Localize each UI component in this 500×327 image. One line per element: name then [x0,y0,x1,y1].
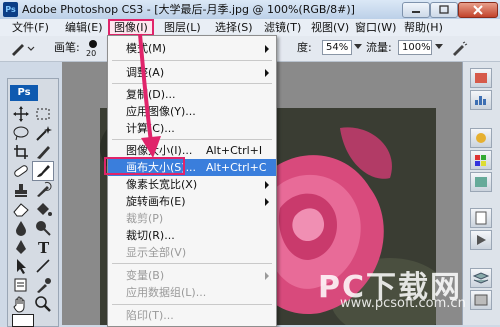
magic-wand-icon[interactable] [33,124,53,142]
menu-item-apply-data-set: 应用数据组(L)... [108,284,276,301]
swatches-icon [475,155,486,166]
zoom-icon[interactable] [33,295,53,313]
brush-size: 20 [86,49,97,58]
menu-item-shortcut: Alt+Ctrl+C [206,161,267,174]
actions-icon [477,235,486,245]
menu-item-label: 裁切(R)... [126,229,175,242]
menu-filter[interactable]: 滤镜(T) [260,19,305,36]
histogram-icon [475,96,486,105]
layers-icon [472,272,490,284]
crop-icon[interactable] [11,143,31,161]
submenu-arrow-icon [265,272,269,280]
histogram-panel-button[interactable] [470,90,492,110]
menu-item-pixel-aspect-ratio[interactable]: 像素长宽比(X) [108,176,276,193]
notes-icon[interactable] [11,276,31,294]
foreground-color-swatch[interactable] [12,314,34,327]
minimize-icon [412,11,420,13]
menu-item-label: 像素长宽比(X) [126,178,198,191]
color-panel-button[interactable] [470,128,492,148]
eraser-icon[interactable] [11,200,31,218]
annotation-arrow-icon [138,33,161,158]
menu-select[interactable]: 选择(S) [211,19,257,36]
brush-preset-icon[interactable] [6,40,36,57]
menu-item-label: 裁剪(P) [126,212,164,225]
path-select-icon[interactable] [11,257,31,275]
healing-icon[interactable] [11,162,31,180]
fill-icon[interactable] [33,200,53,218]
menu-item-variables: 变量(B) [108,267,276,284]
history-brush-icon[interactable] [33,181,53,199]
submenu-arrow-icon [265,69,269,77]
channels-icon [474,294,488,306]
brush-icon[interactable] [32,161,54,181]
watermark-url: www.pcsoft.com.cn [340,296,466,311]
menu-help[interactable]: 帮助(H) [400,19,447,36]
actions-panel-button[interactable] [470,230,492,250]
airbrush-icon[interactable] [450,40,468,57]
flow-field[interactable]: 100% [398,40,432,55]
flow-dropdown-icon[interactable] [435,44,443,50]
dodge-icon[interactable] [33,219,53,237]
menu-view[interactable]: 视图(V) [307,19,353,36]
marquee-icon[interactable] [33,105,53,123]
photoshop-logo: Ps [10,85,38,101]
history-panel-button[interactable] [470,208,492,228]
stamp-icon[interactable] [11,181,31,199]
submenu-arrow-icon [265,198,269,206]
close-icon [473,5,483,15]
layers-panel-button[interactable] [470,268,492,288]
menu-item-rotate-canvas[interactable]: 旋转画布(E) [108,193,276,210]
hand-icon[interactable] [11,295,31,313]
menu-separator [112,263,272,264]
submenu-arrow-icon [265,181,269,189]
flow-label: 流量: [366,41,392,54]
opacity-dropdown-icon[interactable] [354,44,362,50]
opacity-field[interactable]: 54% [322,40,352,55]
menu-window[interactable]: 窗口(W) [351,19,400,36]
window-title: Adobe Photoshop CS3 - [大学最后-月季.jpg @ 100… [22,3,355,16]
styles-icon [475,177,487,187]
navigator-panel-button[interactable] [470,68,492,88]
menu-item-label: 旋转画布(E) [126,195,186,208]
maximize-button[interactable] [430,2,458,18]
move-icon[interactable] [11,105,31,123]
restore-icon [439,5,449,14]
menu-separator [112,304,272,305]
menu-item-label: 陷印(T)... [126,309,174,322]
opacity-label: 度: [297,41,312,54]
photoshop-app-icon: Ps [3,2,18,17]
menu-item-trap: 陷印(T)... [108,307,276,324]
menu-item-label: 变量(B) [126,269,165,282]
menu-item-trim[interactable]: 裁切(R)... [108,227,276,244]
lasso-icon[interactable] [11,124,31,142]
blur-icon[interactable] [11,219,31,237]
shape-icon[interactable] [33,257,53,275]
navigator-icon [475,73,487,83]
history-icon [475,211,487,225]
swatches-panel-button[interactable] [470,150,492,170]
menu-item-crop: 裁剪(P) [108,210,276,227]
channels-panel-button[interactable] [470,290,492,310]
eyedropper-icon[interactable] [33,276,53,294]
menu-item-label: 应用数据组(L)... [126,286,207,299]
menu-item-label: 显示全部(V) [126,246,187,259]
brush-label: 画笔: [54,41,80,54]
menu-file[interactable]: 文件(F) [8,19,53,36]
minimize-button[interactable] [402,2,430,18]
slice-icon[interactable] [33,143,53,161]
pen-icon[interactable] [11,238,31,256]
menu-item-shortcut: Alt+Ctrl+I [206,144,263,157]
styles-panel-button[interactable] [470,172,492,192]
menu-edit[interactable]: 编辑(E) [61,19,107,36]
menu-item-reveal-all: 显示全部(V) [108,244,276,261]
title-bar: Ps Adobe Photoshop CS3 - [大学最后-月季.jpg @ … [0,0,500,20]
svg-text:T: T [38,239,50,256]
color-wheel-icon [476,133,486,143]
close-button[interactable] [458,2,498,18]
type-icon[interactable]: T [33,238,53,257]
submenu-arrow-icon [265,45,269,53]
